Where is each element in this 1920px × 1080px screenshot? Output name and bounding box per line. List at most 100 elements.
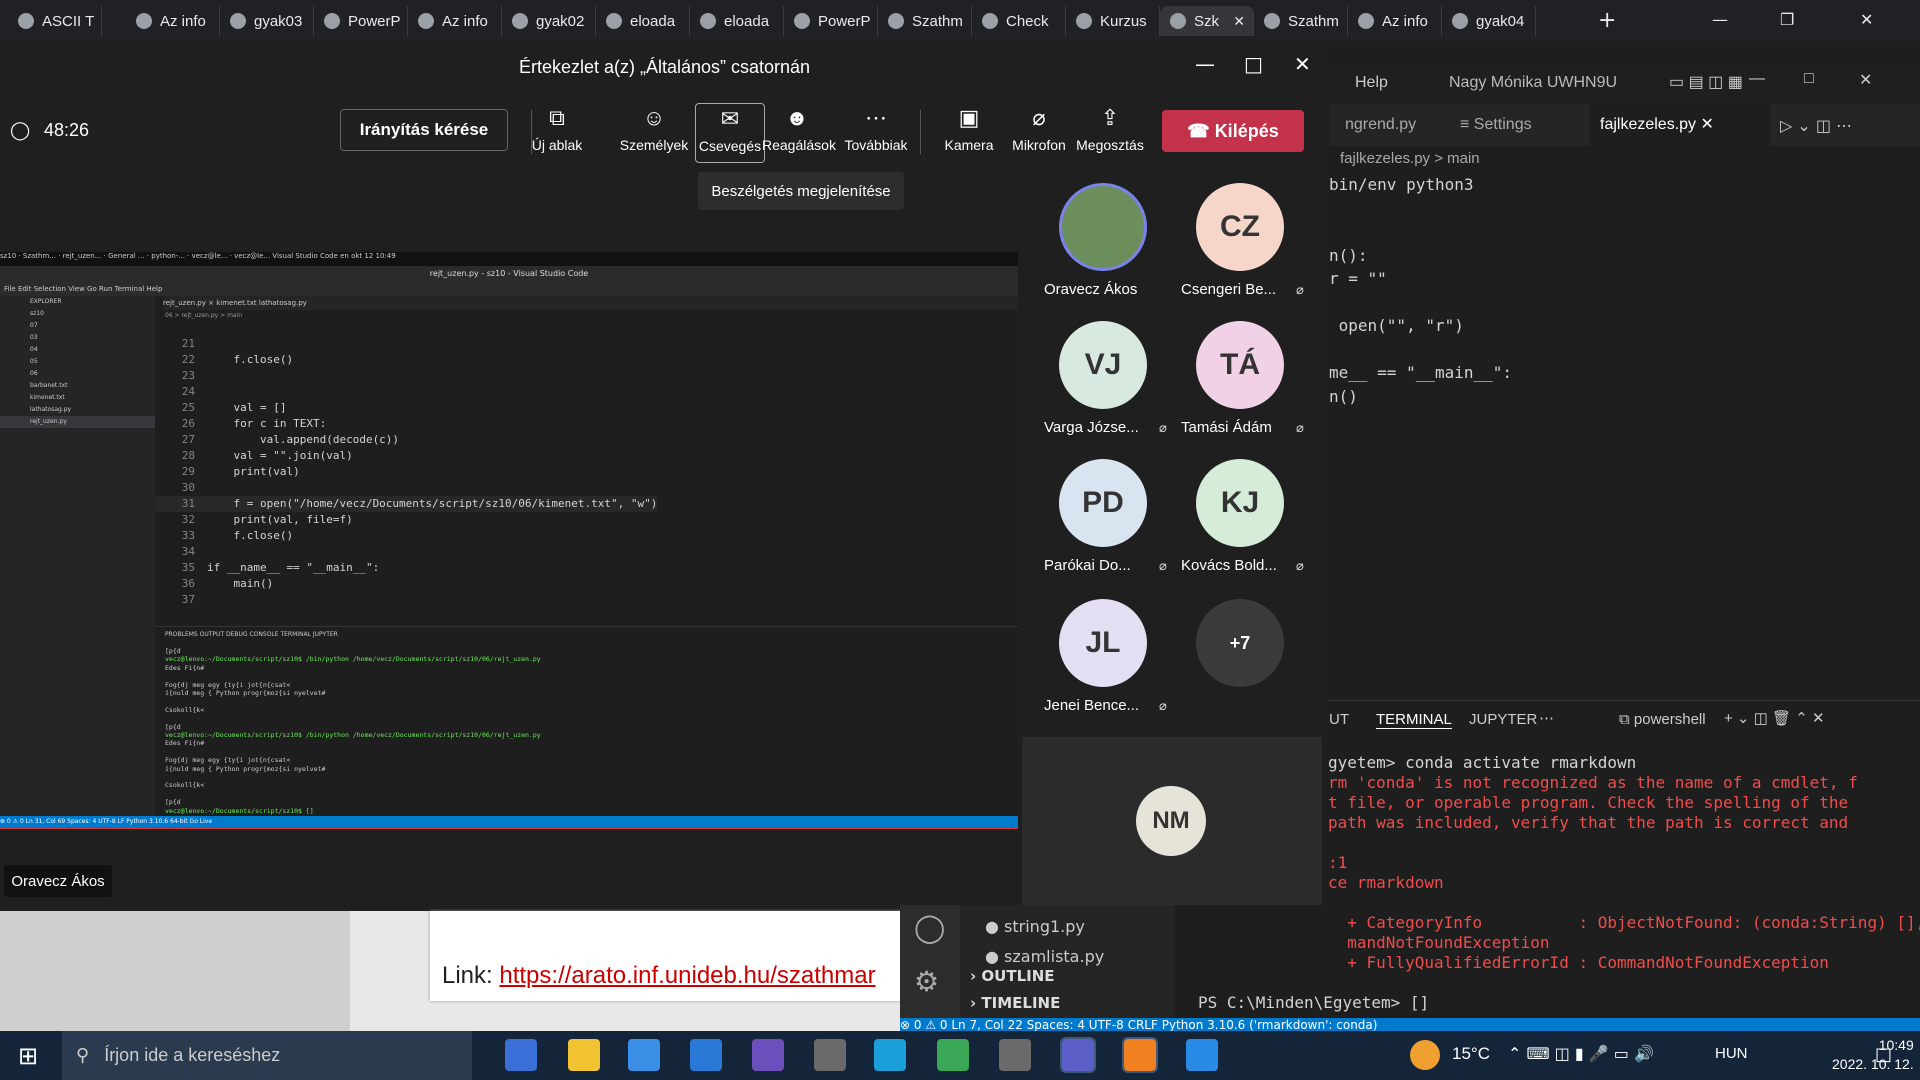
close-icon[interactable]: ✕: [1859, 70, 1872, 90]
participant-avatar[interactable]: PD: [1059, 459, 1147, 547]
toolbar-button-people[interactable]: ☺ Személyek: [619, 103, 689, 163]
maximize-icon[interactable]: □: [1244, 52, 1263, 76]
toolbar-button-chat[interactable]: ✉ Csevegés: [695, 103, 765, 163]
tab-ngrend[interactable]: ngrend.py: [1345, 116, 1416, 134]
browser-tab[interactable]: Szathm: [878, 6, 972, 36]
file-explorer-icon[interactable]: [568, 1039, 600, 1071]
toolbar-button-reactions[interactable]: ☻ Reagálások: [762, 103, 836, 163]
browser-tab[interactable]: Szk ✕: [1160, 6, 1254, 36]
timeline-section[interactable]: › TIMELINE: [970, 994, 1060, 1012]
outline-section[interactable]: › OUTLINE: [970, 967, 1055, 985]
tab-settings[interactable]: ≡ Settings: [1460, 116, 1532, 134]
explorer-item[interactable]: 04: [0, 344, 155, 356]
slide-link[interactable]: https://arato.inf.unideb.hu/szathmar: [499, 962, 875, 989]
toolbar-button-mic-off[interactable]: ⌀ Mikrofon: [1004, 103, 1074, 163]
cloud-icon[interactable]: [1122, 1037, 1158, 1073]
tab-title: gyak03: [254, 12, 303, 30]
calculator-icon[interactable]: [999, 1039, 1031, 1071]
terminal-line: + FullyQualifiedErrorId : CommandNotFoun…: [1328, 953, 1829, 972]
browser-tab[interactable]: PowerP: [784, 6, 878, 36]
request-control-button[interactable]: Irányítás kérése: [340, 109, 508, 151]
explorer-item[interactable]: 05: [0, 356, 155, 368]
browser-tab[interactable]: Check: [972, 6, 1066, 36]
tab-terminal[interactable]: TERMINAL: [1376, 711, 1452, 729]
tab-output[interactable]: UT: [1329, 711, 1349, 728]
explorer-item[interactable]: sz10: [0, 308, 155, 320]
tab-fajlkezeles[interactable]: fajlkezeles.py ✕: [1590, 104, 1770, 146]
minimize-icon[interactable]: —: [1749, 70, 1765, 88]
explorer-item[interactable]: kimenet.txt: [0, 392, 155, 404]
new-tab-button[interactable]: +: [1598, 8, 1616, 33]
shell-select[interactable]: ⧉ powershell: [1619, 711, 1706, 728]
gear-icon[interactable]: ⚙: [914, 965, 939, 998]
vscode-icon[interactable]: [1186, 1039, 1218, 1071]
close-icon[interactable]: ✕: [1294, 52, 1311, 76]
explorer-item[interactable]: barbanet.txt: [0, 380, 155, 392]
toolbar-button-camera-off[interactable]: ▣ Kamera: [934, 103, 1004, 163]
weather-icon[interactable]: [1410, 1040, 1440, 1070]
browser-tab[interactable]: gyak04: [1442, 6, 1536, 36]
explorer-item[interactable]: 06: [0, 368, 155, 380]
tab-title: PowerP: [348, 12, 401, 30]
toolbar-button-share[interactable]: ⇪ Megosztás: [1075, 103, 1145, 163]
notification-icon[interactable]: □: [1875, 1044, 1892, 1065]
files-icon[interactable]: [814, 1039, 846, 1071]
start-icon[interactable]: ⊞: [18, 1042, 38, 1070]
explorer-item[interactable]: EXPLORER: [0, 296, 155, 308]
help-menu[interactable]: Help: [1355, 74, 1388, 92]
browser-tab[interactable]: PowerP: [314, 6, 408, 36]
terminal-actions[interactable]: + ⌄ ◫ 🗑 ⌃ ✕: [1724, 709, 1825, 727]
browser-tab[interactable]: Az info: [1348, 6, 1442, 36]
minimize-icon[interactable]: —: [1712, 10, 1728, 29]
participant-avatar[interactable]: CZ: [1196, 183, 1284, 271]
toolbar-button-more[interactable]: ⋯ Továbbiak: [841, 103, 911, 163]
browser-tab[interactable]: eloada: [690, 6, 784, 36]
account-icon[interactable]: ◯: [914, 911, 945, 944]
browser-tab[interactable]: Az info: [408, 6, 502, 36]
mail-icon[interactable]: [690, 1039, 722, 1071]
toolbar-button-popout[interactable]: ⧉ Új ablak: [522, 103, 592, 163]
browser-tab[interactable]: Szathm: [1254, 6, 1348, 36]
browser-tab[interactable]: gyak03: [220, 6, 314, 36]
file-string1[interactable]: ● string1.py: [985, 917, 1085, 936]
close-tab-icon[interactable]: ✕: [1233, 13, 1245, 30]
clock[interactable]: 10:49 2022. 10. 12.: [1832, 1036, 1914, 1074]
teams-icon[interactable]: [1060, 1037, 1096, 1073]
close-tab-icon[interactable]: ✕: [1701, 116, 1714, 133]
chrome-icon[interactable]: [937, 1039, 969, 1071]
participant-avatar[interactable]: VJ: [1059, 321, 1147, 409]
explorer-item[interactable]: 07: [0, 320, 155, 332]
task-view-icon[interactable]: [505, 1039, 537, 1071]
more-icon[interactable]: ⋯: [1539, 709, 1554, 727]
language-indicator[interactable]: HUN: [1715, 1045, 1748, 1062]
maximize-icon[interactable]: □: [1804, 70, 1814, 88]
edge-icon[interactable]: [874, 1039, 906, 1071]
file-szamlista[interactable]: ● szamlista.py: [985, 947, 1104, 966]
explorer-item[interactable]: 03: [0, 332, 155, 344]
browser-tab[interactable]: Kurzus: [1066, 6, 1160, 36]
restore-icon[interactable]: ❐: [1780, 10, 1794, 29]
terminal-line: PS C:\Minden\Egyetem> []: [1198, 993, 1430, 1012]
close-icon[interactable]: ✕: [1860, 10, 1873, 29]
browser-tab[interactable]: eloada: [596, 6, 690, 36]
participant-avatar[interactable]: JL: [1059, 599, 1147, 687]
tray-icons[interactable]: ⌃ ⌨ ◫ ▮ 🎤 ▭ 🔊: [1508, 1044, 1654, 1063]
participant-avatar[interactable]: +7: [1196, 599, 1284, 687]
tab-jupyter[interactable]: JUPYTER: [1469, 711, 1537, 728]
run-icon[interactable]: ▷ ⌄ ◫ ⋯: [1780, 116, 1852, 135]
eclipse-icon[interactable]: [752, 1039, 784, 1071]
browser-tab[interactable]: Az info: [126, 6, 220, 36]
participant-avatar[interactable]: KJ: [1196, 459, 1284, 547]
layout-icon[interactable]: ▭ ▤ ◫ ▦: [1669, 72, 1743, 92]
leave-button[interactable]: ☎ Kilépés: [1162, 110, 1304, 152]
participant-avatar[interactable]: [1059, 183, 1147, 271]
browser-tab[interactable]: ASCII T: [8, 6, 102, 36]
minimize-icon[interactable]: —: [1195, 52, 1215, 76]
store-icon[interactable]: [628, 1039, 660, 1071]
browser-tab[interactable]: gyak02: [502, 6, 596, 36]
participant-avatar[interactable]: TÁ: [1196, 321, 1284, 409]
explorer-item[interactable]: rejt_uzen.py: [0, 416, 155, 428]
terminal-line: gyetem> conda activate rmarkdown: [1328, 753, 1637, 772]
taskbar-search[interactable]: ⚲ Írjon ide a kereséshez: [62, 1031, 472, 1080]
explorer-item[interactable]: lathatosag.py: [0, 404, 155, 416]
